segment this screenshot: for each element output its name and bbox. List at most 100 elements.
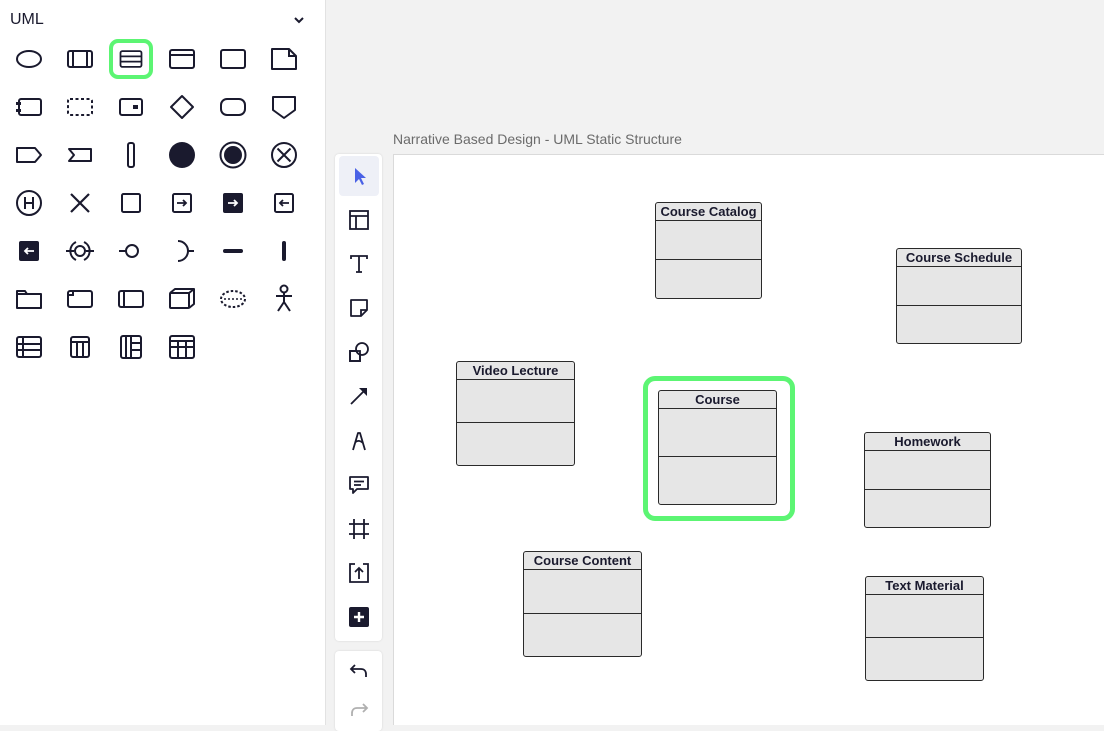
- signal-receive-shape[interactable]: [54, 131, 105, 179]
- class-operations: [659, 457, 776, 504]
- text-icon: [349, 255, 368, 274]
- class-attributes-shape[interactable]: [105, 35, 156, 83]
- rounded-rectangle-shape[interactable]: [207, 83, 258, 131]
- component-shape[interactable]: [3, 83, 54, 131]
- 3d-box-shape[interactable]: [156, 275, 207, 323]
- terminate-icon: [270, 142, 297, 168]
- comment-tool[interactable]: [339, 465, 379, 505]
- pen-icon: [351, 431, 366, 450]
- terminate-shape[interactable]: [258, 131, 309, 179]
- vertical-bar-shape[interactable]: [105, 131, 156, 179]
- final-state-shape[interactable]: [207, 131, 258, 179]
- lollipop-interface-icon: [118, 244, 139, 258]
- uml-class-video-lecture[interactable]: Video Lecture: [456, 361, 575, 466]
- class-attributes: [524, 570, 641, 614]
- shape-library-title: UML: [10, 11, 44, 28]
- dashed-rectangle-shape[interactable]: [54, 83, 105, 131]
- table-header-shape[interactable]: [105, 323, 156, 371]
- package-shape[interactable]: [3, 275, 54, 323]
- rectangle-shape[interactable]: [207, 35, 258, 83]
- class-name: Course Catalog: [656, 203, 761, 221]
- thin-vertical-bar-icon: [281, 241, 286, 261]
- actor-icon: [275, 284, 292, 312]
- table-grid-shape[interactable]: [156, 323, 207, 371]
- container-tool[interactable]: [339, 200, 379, 240]
- sticky-note-tool[interactable]: [339, 288, 379, 328]
- tab-folder-shape[interactable]: [54, 275, 105, 323]
- decision-diamond-shape[interactable]: [156, 83, 207, 131]
- add-more-icon: [348, 606, 369, 627]
- shape-grid: [3, 35, 309, 371]
- chevron-down-icon[interactable]: [292, 13, 306, 27]
- exit-filled-shape[interactable]: [3, 227, 54, 275]
- undo-button[interactable]: [339, 654, 379, 689]
- canvas-toolbar: [335, 154, 382, 641]
- exit-point-filled-shape[interactable]: [207, 179, 258, 227]
- signal-send-icon: [15, 147, 42, 163]
- rounded-rectangle-icon: [219, 98, 246, 116]
- port-box-shape[interactable]: [105, 83, 156, 131]
- class-icon: [66, 50, 93, 68]
- upload-tool[interactable]: [339, 553, 379, 593]
- header-box-shape[interactable]: [156, 35, 207, 83]
- required-interface-icon: [177, 240, 194, 262]
- vertical-bar-icon: [126, 142, 135, 168]
- use-case-dashed-shape[interactable]: [207, 275, 258, 323]
- component-icon: [15, 98, 42, 116]
- ellipse-shape[interactable]: [3, 35, 54, 83]
- redo-icon: [350, 703, 368, 716]
- decision-diamond-icon: [169, 95, 194, 119]
- document-title: Narrative Based Design - UML Static Stru…: [393, 131, 682, 147]
- exit-point-shape[interactable]: [258, 179, 309, 227]
- lollipop-interface-shape[interactable]: [105, 227, 156, 275]
- class-attributes-icon: [108, 39, 153, 79]
- class-shape[interactable]: [54, 35, 105, 83]
- line-tool[interactable]: [339, 376, 379, 416]
- entry-point-icon: [171, 193, 192, 213]
- sticky-note-icon: [349, 299, 368, 318]
- select-tool[interactable]: [338, 156, 379, 196]
- pentagon-shape[interactable]: [258, 83, 309, 131]
- note-shape[interactable]: [258, 35, 309, 83]
- class-operations: [897, 306, 1021, 344]
- class-name: Course: [659, 391, 776, 409]
- uml-class-course-schedule[interactable]: Course Schedule: [896, 248, 1022, 344]
- cross-shape[interactable]: [54, 179, 105, 227]
- pen-tool[interactable]: [339, 421, 379, 461]
- table-row-shape[interactable]: [3, 323, 54, 371]
- provided-required-interface-shape[interactable]: [54, 227, 105, 275]
- class-attributes: [865, 451, 990, 490]
- entry-point-shape[interactable]: [156, 179, 207, 227]
- box-with-tab-shape[interactable]: [105, 275, 156, 323]
- history-state-shape[interactable]: [3, 179, 54, 227]
- frame-tool[interactable]: [339, 509, 379, 549]
- diagram-canvas[interactable]: Course Catalog Course Schedule Video Lec…: [393, 154, 1104, 725]
- add-more-tool[interactable]: [339, 597, 379, 637]
- cross-icon: [69, 193, 90, 213]
- class-name: Course Content: [524, 552, 641, 570]
- text-tool[interactable]: [339, 244, 379, 284]
- signal-send-shape[interactable]: [3, 131, 54, 179]
- class-attributes: [656, 221, 761, 260]
- signal-receive-icon: [67, 148, 92, 162]
- initial-state-shape[interactable]: [156, 131, 207, 179]
- uml-class-course-catalog[interactable]: Course Catalog: [655, 202, 762, 299]
- horizontal-bar-shape[interactable]: [207, 227, 258, 275]
- shape-library-header[interactable]: UML: [10, 8, 306, 32]
- tab-folder-icon: [66, 290, 93, 308]
- upload-icon: [348, 562, 369, 583]
- uml-class-text-material[interactable]: Text Material: [865, 576, 984, 681]
- thin-vertical-bar-shape[interactable]: [258, 227, 309, 275]
- exit-point-filled-icon: [222, 193, 243, 213]
- table-column-shape[interactable]: [54, 323, 105, 371]
- uml-class-course-content[interactable]: Course Content: [523, 551, 642, 657]
- redo-button[interactable]: [339, 693, 379, 728]
- required-interface-shape[interactable]: [156, 227, 207, 275]
- uml-class-course[interactable]: Course: [658, 390, 777, 505]
- 3d-box-icon: [168, 288, 195, 309]
- shapes-tool[interactable]: [339, 332, 379, 372]
- uml-class-homework[interactable]: Homework: [864, 432, 991, 528]
- actor-shape[interactable]: [258, 275, 309, 323]
- square-icon: [120, 193, 141, 213]
- square-shape[interactable]: [105, 179, 156, 227]
